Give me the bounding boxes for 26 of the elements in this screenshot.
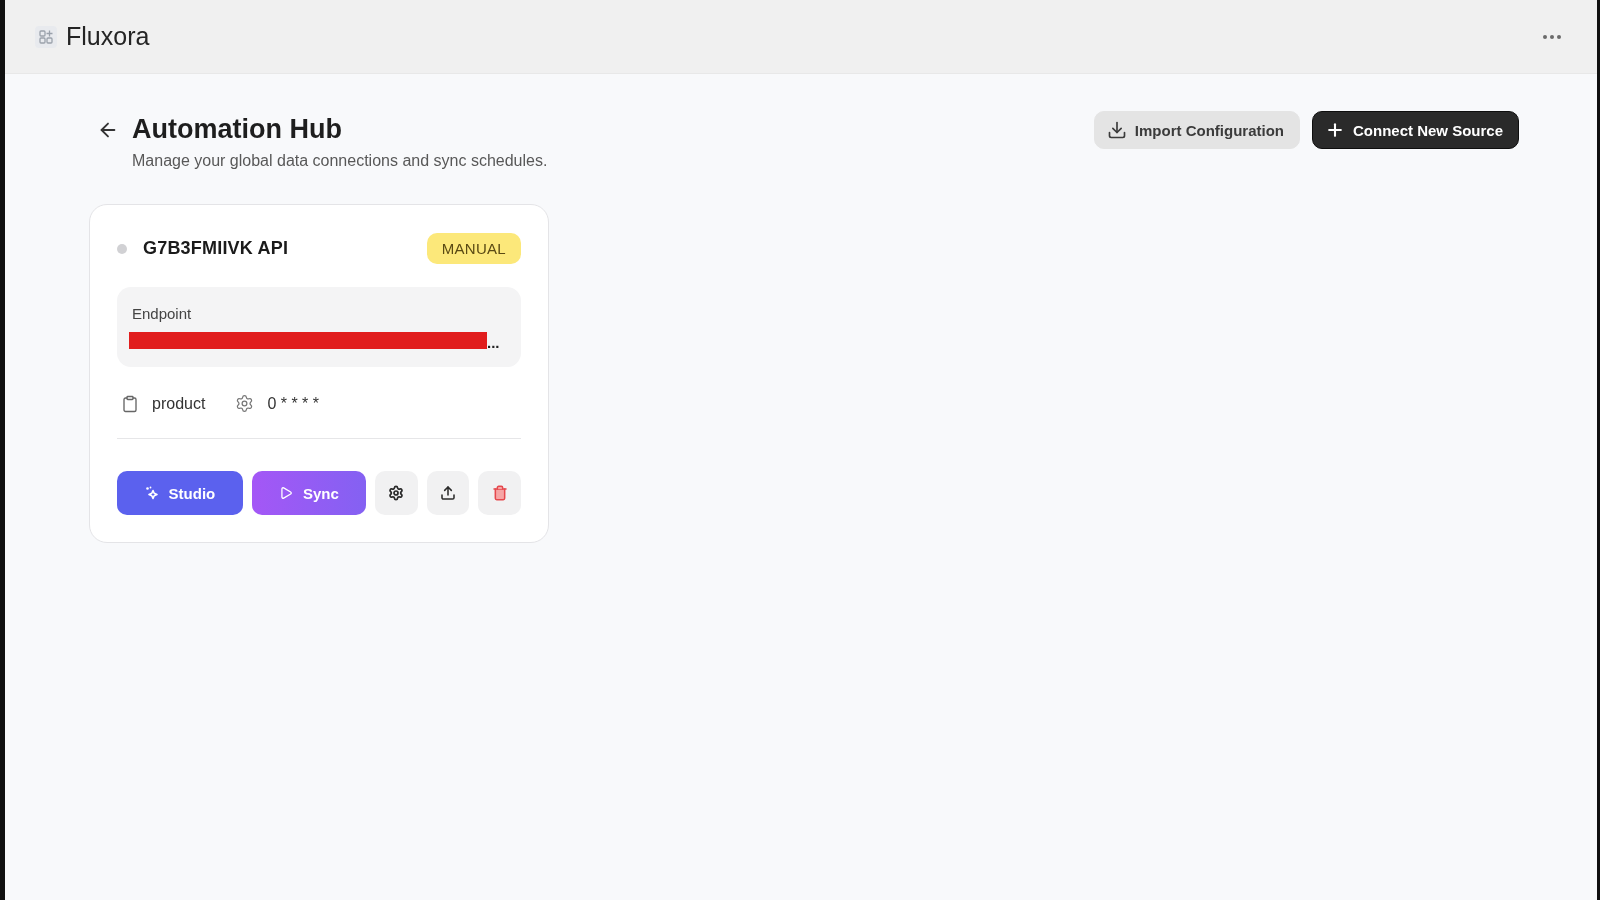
sync-button[interactable]: Sync	[251, 471, 366, 515]
page-subtitle: Manage your global data connections and sync schedules.	[132, 151, 548, 171]
download-icon	[1106, 120, 1127, 140]
clipboard-icon	[121, 394, 139, 413]
settings-button[interactable]	[374, 471, 418, 515]
grid-logo-icon	[35, 25, 57, 48]
more-icon	[1543, 34, 1561, 39]
app-name: Fluxora	[66, 22, 150, 51]
delete-button[interactable]	[478, 471, 521, 515]
trash-icon	[491, 485, 508, 501]
gear-icon	[235, 394, 255, 413]
mode-badge: MANUAL	[426, 233, 521, 264]
play-icon	[278, 486, 293, 500]
source-name: G7B3FMIIVK API	[143, 238, 289, 259]
page-title: Automation Hub	[132, 113, 343, 146]
studio-button[interactable]: Studio	[117, 471, 243, 515]
target-text: product	[152, 394, 206, 413]
schedule-text: 0 * * * *	[267, 394, 319, 413]
settings-icon	[388, 485, 405, 501]
endpoint-label: Endpoint	[131, 305, 192, 323]
endpoint-value: ...	[487, 337, 500, 349]
connect-button[interactable]: Connect New Source	[1311, 111, 1519, 149]
sparkle-icon	[144, 486, 159, 500]
upload-button[interactable]	[426, 471, 470, 515]
upload-icon	[439, 485, 456, 501]
import-button[interactable]: Import Configuration	[1093, 111, 1300, 149]
